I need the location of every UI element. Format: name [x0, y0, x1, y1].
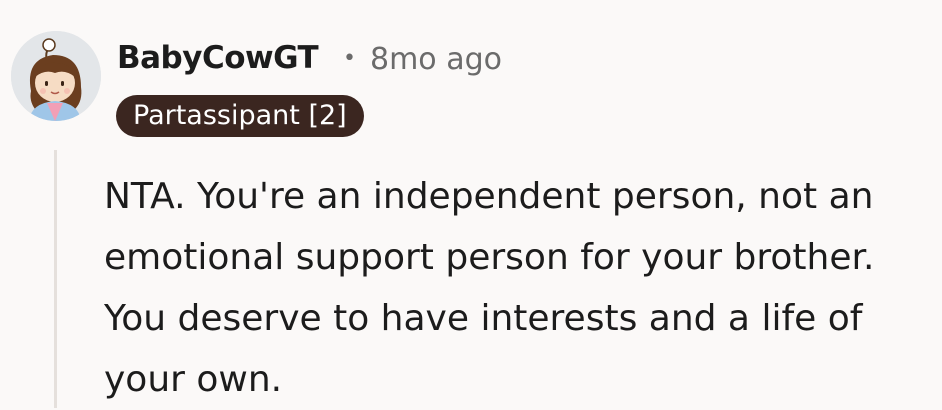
comment-body: NTA. You're an independent person, not a… — [104, 166, 929, 410]
comment-text: NTA. You're an independent person, not a… — [104, 176, 875, 400]
meta-separator: • — [343, 46, 356, 71]
user-avatar-icon — [11, 31, 101, 121]
comment-timestamp[interactable]: 8mo ago — [370, 42, 502, 77]
thread-line[interactable] — [54, 150, 57, 408]
comment-author[interactable]: BabyCowGT — [117, 40, 319, 76]
user-flair-badge: Partassipant [2] — [116, 95, 364, 137]
avatar[interactable] — [11, 31, 101, 121]
